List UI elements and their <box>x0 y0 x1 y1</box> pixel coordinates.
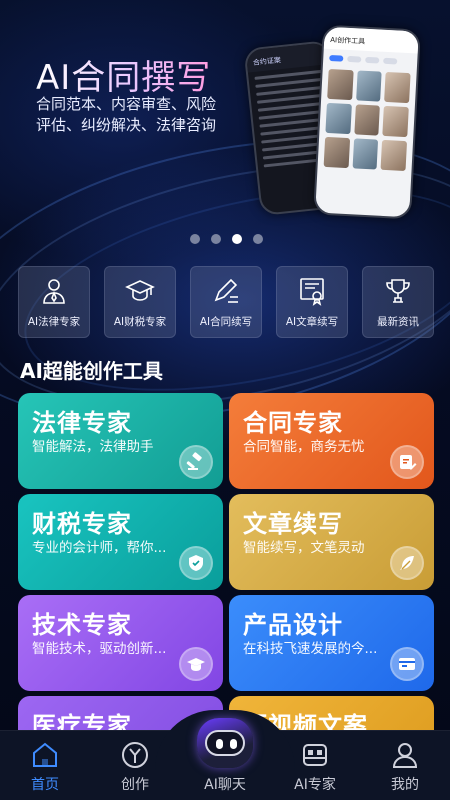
tool-card-tax-expert[interactable]: 财税专家 专业的会计师，帮你... <box>18 494 223 590</box>
gavel-icon <box>179 445 213 479</box>
banner-title: AI合同撰写 <box>36 50 211 99</box>
tool-card-law-expert[interactable]: 法律专家 智能解法，法律助手 <box>18 393 223 489</box>
tool-card-title: 产品设计 <box>243 611 343 639</box>
tool-card-desc: 合同智能，商务无忧 <box>243 439 365 455</box>
create-icon <box>122 742 148 768</box>
banner-subtitle: 合同范本、内容审查、风险评估、纠纷解决、法律咨询 <box>36 95 217 134</box>
carousel-dot-active[interactable] <box>232 234 242 244</box>
tab-mine[interactable]: 我的 <box>365 740 445 794</box>
quick-nav-law-expert[interactable]: AI法律专家 <box>18 266 90 338</box>
phone-back-header: 合约证案 <box>245 42 330 73</box>
user-icon <box>392 743 418 768</box>
quick-nav-label: AI文章续写 <box>285 316 339 328</box>
graduation-cap-icon <box>179 647 213 681</box>
tool-card-title: 文章续写 <box>243 510 343 538</box>
quick-nav-tax-expert[interactable]: AI财税专家 <box>104 266 176 338</box>
tool-card-article-writing[interactable]: 文章续写 智能续写，文笔灵动 <box>229 494 434 590</box>
tool-card-contract-expert[interactable]: 合同专家 合同智能，商务无忧 <box>229 393 434 489</box>
quick-nav-news[interactable]: 最新资讯 <box>362 266 434 338</box>
tab-label: 首页 <box>31 777 59 793</box>
quick-nav-label: AI财税专家 <box>113 316 167 328</box>
graduation-cap-icon <box>125 280 155 301</box>
section-title: AI超能创作工具 <box>20 359 163 383</box>
tool-card-title: 财税专家 <box>32 510 132 538</box>
carousel-indicator[interactable] <box>190 234 263 244</box>
lawyer-icon <box>43 279 65 304</box>
quick-nav-label: AI法律专家 <box>27 316 81 328</box>
tool-card-title: 技术专家 <box>32 611 132 639</box>
tool-card-product-design[interactable]: 产品设计 在科技飞速发展的今... <box>229 595 434 691</box>
tool-card-desc: 智能技术，驱动创新... <box>32 641 167 657</box>
robot-icon[interactable] <box>197 718 253 768</box>
quick-nav: AI法律专家 AI财税专家 AI合同续写 AI文章续写 最新资讯 <box>18 266 434 338</box>
carousel-dot[interactable] <box>211 234 221 244</box>
home-screen: AI合同撰写 合同范本、内容审查、风险评估、纠纷解决、法律咨询 合约证案 AI创… <box>0 0 450 800</box>
shield-icon <box>179 546 213 580</box>
trophy-icon <box>386 279 410 303</box>
carousel-dot[interactable] <box>253 234 263 244</box>
tool-card-title: 法律专家 <box>32 409 132 437</box>
tool-card-desc: 在科技飞速发展的今... <box>243 641 378 657</box>
quick-nav-article-writing[interactable]: AI文章续写 <box>276 266 348 338</box>
card-icon <box>390 647 424 681</box>
tab-label: AI专家 <box>294 777 336 793</box>
tool-card-tech-expert[interactable]: 技术专家 智能技术，驱动创新... <box>18 595 223 691</box>
tool-card-title: 合同专家 <box>243 409 343 437</box>
certificate-icon <box>300 278 324 306</box>
contract-edit-icon <box>390 445 424 479</box>
home-icon <box>33 742 57 767</box>
tool-card-desc: 专业的会计师，帮你... <box>32 540 167 556</box>
expert-icon <box>303 744 327 766</box>
quick-nav-contract-writing[interactable]: AI合同续写 <box>190 266 262 338</box>
tab-home[interactable]: 首页 <box>5 740 85 794</box>
carousel-dot[interactable] <box>190 234 200 244</box>
tab-label: 我的 <box>391 777 419 793</box>
phone-mockup-front: AI创作工具 <box>313 24 421 220</box>
quick-nav-label: 最新资讯 <box>377 316 419 328</box>
tool-card-desc: 智能解法，法律助手 <box>32 439 154 455</box>
feather-icon <box>390 546 424 580</box>
promo-banner[interactable]: AI合同撰写 合同范本、内容审查、风险评估、纠纷解决、法律咨询 合约证案 AI创… <box>0 0 450 255</box>
tool-card-desc: 智能续写，文笔灵动 <box>243 540 365 556</box>
tab-label: 创作 <box>121 777 149 793</box>
pen-write-icon <box>214 278 238 303</box>
tab-label: AI聊天 <box>204 777 246 793</box>
quick-nav-label: AI合同续写 <box>199 316 253 328</box>
